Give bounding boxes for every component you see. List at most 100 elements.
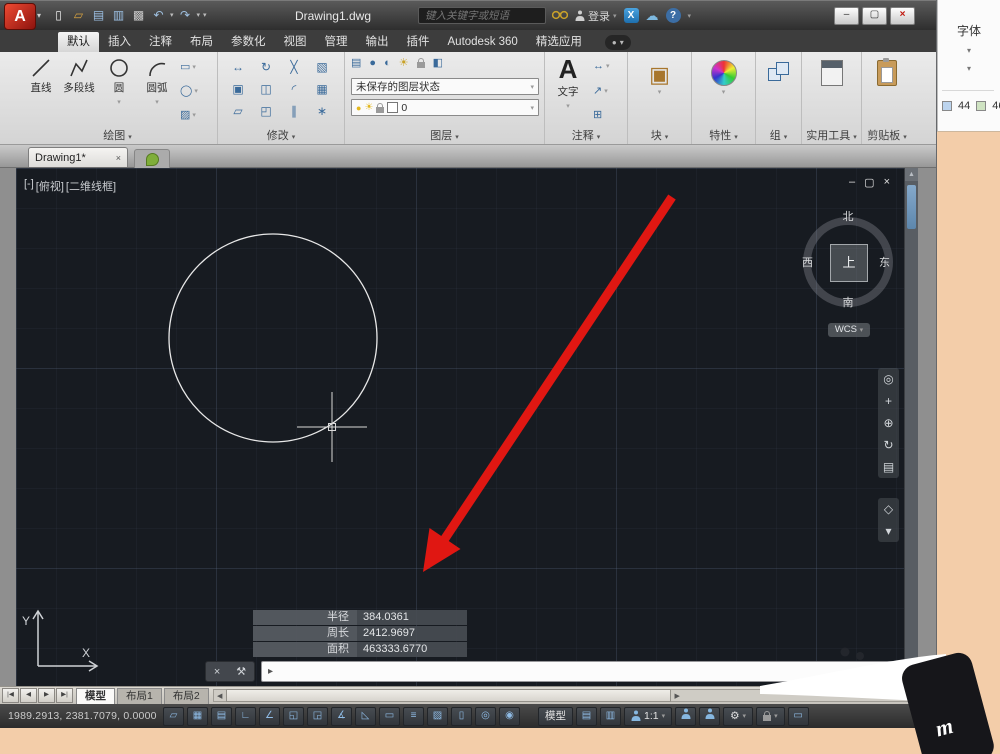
app-menu-caret-icon[interactable]: ▾	[37, 11, 41, 20]
command-input[interactable]	[278, 664, 894, 679]
viewcube-south[interactable]: 南	[800, 294, 896, 310]
tab-output[interactable]: 输出	[357, 32, 398, 52]
stretch-icon[interactable]: ▱	[233, 104, 242, 118]
group-objects-icon[interactable]	[767, 62, 790, 82]
showmotion-icon[interactable]: ▤	[883, 456, 894, 478]
transparency-toggle[interactable]: ▨	[427, 706, 448, 726]
tab-autodesk360[interactable]: Autodesk 360	[439, 32, 527, 52]
undo-icon[interactable]: ↶	[150, 6, 167, 24]
fillet-icon[interactable]: ◜	[292, 82, 297, 96]
viewcube-top-face[interactable]: 上	[830, 244, 868, 282]
viewport-menu-control[interactable]: [-]	[24, 178, 34, 194]
undo-caret-icon[interactable]: ▾	[170, 11, 174, 19]
app-logo[interactable]: A	[4, 3, 36, 30]
quick-view-layouts-icon[interactable]: ▤	[576, 706, 597, 726]
help-caret-icon[interactable]: ▾	[688, 12, 692, 20]
scroll-right-icon[interactable]: ▶	[671, 692, 683, 700]
insert-block-icon[interactable]: ▣	[628, 62, 691, 88]
dimension-tool[interactable]: ↔ ▾	[593, 60, 610, 72]
move-icon[interactable]: ↔	[232, 60, 244, 74]
arc-caret-icon[interactable]: ▾	[155, 99, 159, 106]
tab-layout[interactable]: 布局	[181, 32, 222, 52]
quick-properties-toggle[interactable]: ▯	[451, 706, 472, 726]
viewcube-east[interactable]: 东	[879, 254, 890, 270]
scroll-up-icon[interactable]: ▲	[905, 168, 918, 181]
qat-customize-caret-icon[interactable]: ▾	[203, 11, 207, 19]
polar-tracking-toggle[interactable]: ∠	[259, 706, 280, 726]
color-wheel-icon[interactable]	[710, 60, 737, 86]
zoom-icon[interactable]: ⊕	[883, 412, 893, 434]
tab-annotate[interactable]: 注释	[140, 32, 181, 52]
font-dropdown-caret-icon[interactable]: ▾	[938, 46, 1000, 55]
tab-manage[interactable]: 管理	[316, 32, 357, 52]
tab-layout1[interactable]: 布局1	[117, 687, 162, 704]
workspace-switch-button[interactable]: ⚙ ▾	[723, 706, 754, 726]
rotate-icon[interactable]: ↻	[261, 60, 271, 74]
exchange-apps-icon[interactable]: X	[623, 8, 639, 23]
pan-icon[interactable]: +	[885, 390, 892, 412]
command-line[interactable]: ▸	[261, 661, 901, 682]
first-tab-button[interactable]: |◀	[2, 688, 19, 703]
text-tool[interactable]: A 文字 ▾	[549, 54, 587, 111]
clipboard-panel-label[interactable]: 剪贴板 ▾	[862, 127, 912, 143]
dynamic-ucs-toggle[interactable]: ◺	[355, 706, 376, 726]
auto-annotation-scale-icon[interactable]	[699, 706, 721, 726]
scroll-left-icon[interactable]: ◀	[214, 692, 226, 700]
clipboard-icon[interactable]	[877, 58, 897, 86]
dynamic-input-toggle[interactable]: ▭	[379, 706, 400, 726]
ribbon-options-button[interactable]: ● ▾	[604, 35, 631, 50]
binoculars-search-icon[interactable]	[551, 8, 569, 23]
arc-tool[interactable]: 圆弧 ▾	[138, 56, 176, 107]
block-panel-label[interactable]: 块 ▾	[628, 127, 691, 143]
copy-icon[interactable]: ▣	[232, 82, 243, 96]
layer-freeze-icon[interactable]: ☀	[399, 56, 409, 69]
group-panel-label[interactable]: 组 ▾	[756, 127, 801, 143]
command-customize-icon[interactable]: ⚒	[236, 665, 246, 678]
tab-model[interactable]: 模型	[76, 687, 115, 704]
clean-screen-toggle[interactable]: ▭	[787, 706, 809, 726]
command-close-icon[interactable]: ×	[214, 666, 220, 678]
redo-icon[interactable]: ↷	[177, 6, 194, 24]
ortho-mode-toggle[interactable]: ∟	[235, 706, 256, 726]
layer-off-icon[interactable]: ●	[369, 57, 376, 69]
plot-icon[interactable]: ▩	[130, 6, 147, 24]
polyline-tool[interactable]: 多段线	[60, 56, 98, 95]
search-input[interactable]	[418, 7, 546, 24]
line-tool[interactable]: 直线	[22, 56, 60, 95]
last-tab-button[interactable]: ▶|	[56, 688, 73, 703]
layer-properties-icon[interactable]: ▤	[351, 56, 361, 69]
tab-featured-apps[interactable]: 精选应用	[527, 32, 591, 52]
wcs-dropdown[interactable]: WCS ▾	[828, 323, 870, 337]
maximize-button[interactable]: ▢	[862, 7, 887, 25]
lineweight-toggle[interactable]: ≡	[403, 706, 424, 726]
3d-object-snap-toggle[interactable]: ◲	[307, 706, 328, 726]
leader-tool[interactable]: ↗ ▾	[593, 84, 608, 97]
scrollbar-thumb[interactable]	[907, 185, 916, 229]
model-space-button[interactable]: 模型	[538, 706, 573, 726]
rectangle-tool[interactable]: ▭ ▾	[180, 60, 196, 73]
viewcube-west[interactable]: 西	[802, 254, 813, 270]
layer-lock-icon[interactable]	[416, 57, 425, 68]
annotation-visibility-icon[interactable]	[675, 706, 697, 726]
visual-style-control[interactable]: [二维线框]	[66, 178, 116, 194]
viewcube[interactable]: 北 西 上 东 南 WCS ▾	[800, 194, 896, 344]
trim-icon[interactable]: ╳	[290, 60, 297, 74]
layer-dropdown[interactable]: ● ☀ 0 ▾	[351, 99, 539, 116]
a360-cloud-icon[interactable]: ☁	[646, 8, 659, 24]
toolbar-lock-button[interactable]: ▾	[756, 706, 785, 726]
properties-caret-icon[interactable]: ▾	[692, 88, 755, 96]
viewport-minimize-icon[interactable]: –	[849, 176, 855, 189]
quick-view-drawings-icon[interactable]: ▥	[600, 706, 621, 726]
object-snap-tracking-toggle[interactable]: ∡	[331, 706, 352, 726]
calculator-icon[interactable]	[820, 60, 843, 86]
drawing-canvas[interactable]: Y X [-] [俯视] [二维线框] – ▢ × 北 西 上 东 南 WCS …	[16, 168, 904, 686]
view-control[interactable]: [俯视]	[36, 178, 64, 194]
hscrollbar-thumb[interactable]	[225, 689, 672, 702]
nav-cube-icon[interactable]: ◇	[884, 498, 893, 520]
annotate-panel-label[interactable]: 注释 ▾	[545, 127, 627, 143]
file-tab-close-icon[interactable]: ×	[116, 153, 121, 163]
layer-isolate-icon[interactable]: ◐	[384, 57, 391, 69]
tab-parametric[interactable]: 参数化	[222, 32, 275, 52]
tab-layout2[interactable]: 布局2	[163, 687, 209, 704]
orbit-icon[interactable]: ↻	[883, 434, 893, 456]
